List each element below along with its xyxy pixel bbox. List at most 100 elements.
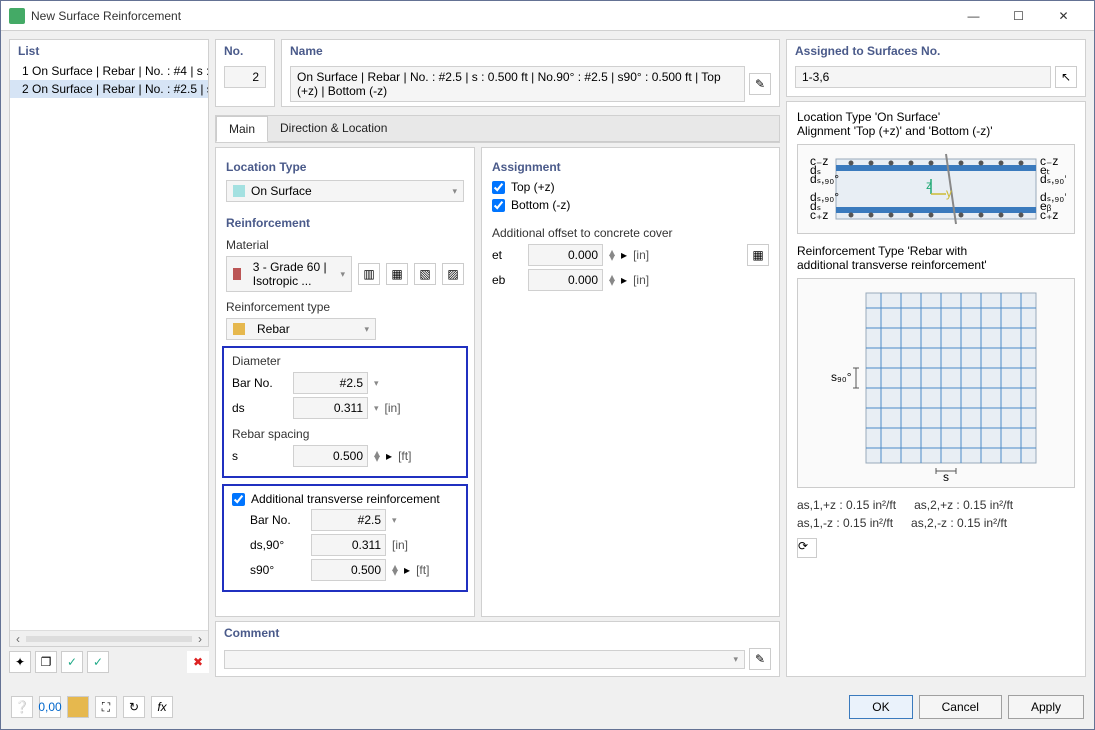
minimize-button[interactable]: — [951,2,996,30]
t-bar-no-select[interactable]: #2.5 [311,509,386,531]
bar-no-select[interactable]: #2.5 [293,372,368,394]
list-item[interactable]: 2 On Surface | Rebar | No. : #2.5 | s : … [10,80,208,98]
scroll-right-icon[interactable]: › [192,632,208,646]
assigned-input[interactable]: 1-3,6 [795,66,1051,88]
t-s-label: s90° [250,563,305,577]
ds-label: ds [232,401,287,415]
close-button[interactable]: ✕ [1041,2,1086,30]
t-ds-input[interactable]: 0.311 [311,534,386,556]
spinner-icon[interactable]: ▴▾ [392,565,398,575]
result-as1mz: as,1,-z : 0.15 in²/ft [797,514,893,532]
t-s-input[interactable]: 0.500 [311,559,386,581]
check-icon[interactable]: ✓ [87,651,109,673]
t-ds-unit: [in] [392,538,408,552]
preview-alignment-text: Alignment 'Top (+z)' and 'Bottom (-z)' [797,124,1075,138]
edit-material-icon[interactable]: ▧ [414,263,436,285]
preview-type-text2: additional transverse reinforcement' [797,258,1075,272]
number-input[interactable]: 2 [224,66,266,88]
svg-text:c₊z: c₊z [810,208,828,222]
reinforcement-header: Reinforcement [226,216,464,230]
comment-header: Comment [216,622,779,644]
top-checkbox[interactable] [492,181,505,194]
chevron-down-icon[interactable]: ▾ [374,378,379,389]
spinner-icon[interactable]: ▴▾ [374,451,380,461]
assignment-header: Assignment [492,160,769,174]
ds-unit: [in] [385,401,401,415]
et-input[interactable]: 0.000 [528,244,603,266]
bar-no-label: Bar No. [232,376,287,390]
fx-icon[interactable]: fx [151,696,173,718]
maximize-button[interactable]: ☐ [996,2,1041,30]
location-type-value: On Surface [251,184,312,198]
chevron-down-icon: ▾ [364,324,369,335]
delete-icon[interactable]: ✖ [187,651,209,673]
ds-input[interactable]: 0.311 [293,397,368,419]
no-header: No. [216,40,274,62]
comment-input[interactable]: ▾ [224,650,745,669]
reinforcement-type-select[interactable]: Rebar ▾ [226,318,376,340]
t-ds-label: ds,90° [250,538,305,552]
help-icon[interactable]: ❔ [11,696,33,718]
chevron-down-icon[interactable]: ▾ [374,403,379,414]
assigned-header: Assigned to Surfaces No. [787,40,1085,62]
result-as2mz: as,2,-z : 0.15 in²/ft [911,514,1007,532]
view-icon[interactable]: ⛶ [95,696,117,718]
horizontal-scrollbar[interactable]: ‹ › [10,630,208,646]
new-icon[interactable]: ✦ [9,651,31,673]
delete-material-icon[interactable]: ▨ [442,263,464,285]
svg-text:s₉₀°: s₉₀° [831,370,852,384]
spinner-icon[interactable]: ▴▾ [609,250,615,260]
top-label: Top (+z) [511,180,555,194]
tab-main[interactable]: Main [216,116,268,142]
step-icon[interactable]: ▸ [621,248,627,262]
svg-text:y: y [946,186,952,200]
name-header: Name [282,40,779,62]
et-unit: [in] [633,248,649,262]
color-icon[interactable] [67,696,89,718]
tab-direction-location[interactable]: Direction & Location [268,116,399,141]
refresh-icon[interactable]: ↻ [123,696,145,718]
eb-input[interactable]: 0.000 [528,269,603,291]
step-icon[interactable]: ▸ [404,563,410,577]
s-unit: [ft] [398,449,411,463]
edit-name-icon[interactable]: ✎ [749,73,771,95]
preview-tool-icon[interactable]: ⟳ [797,538,817,558]
bottom-checkbox[interactable] [492,199,505,212]
list-header: List [10,40,208,62]
svg-text:c₊z: c₊z [1040,208,1058,222]
reinforcement-type-value: Rebar [257,322,290,336]
material-label: Material [226,238,464,252]
transverse-checkbox[interactable] [232,493,245,506]
ok-button[interactable]: OK [849,695,912,719]
list-item-label: 2 On Surface | Rebar | No. : #2.5 | s : … [22,82,208,96]
list-item[interactable]: 1 On Surface | Rebar | No. : #4 | s : 0.… [10,62,208,80]
eb-label: eb [492,273,522,287]
rebar-spacing-header: Rebar spacing [232,427,458,441]
options-icon[interactable]: ▦ [747,244,769,266]
window-title: New Surface Reinforcement [31,9,951,23]
copy-icon[interactable]: ❐ [35,651,57,673]
check-green-icon[interactable]: ✓ [61,651,83,673]
chevron-down-icon[interactable]: ▾ [392,515,397,526]
s-label: s [232,449,287,463]
t-bar-no-label: Bar No. [250,513,305,527]
units-icon[interactable]: 0,00 [39,696,61,718]
location-type-select[interactable]: On Surface ▾ [226,180,464,202]
new-material-icon[interactable]: ▦ [386,263,408,285]
material-value: 3 - Grade 60 | Isotropic ... [253,260,341,288]
library-icon[interactable]: ▥ [358,263,380,285]
result-as1pz: as,1,+z : 0.15 in²/ft [797,496,896,514]
name-input[interactable]: On Surface | Rebar | No. : #2.5 | s : 0.… [290,66,745,102]
apply-button[interactable]: Apply [1008,695,1084,719]
chevron-down-icon: ▾ [733,654,738,665]
material-select[interactable]: 3 - Grade 60 | Isotropic ... ▾ [226,256,352,292]
spinner-icon[interactable]: ▴▾ [609,275,615,285]
step-icon[interactable]: ▸ [386,449,392,463]
comment-edit-icon[interactable]: ✎ [749,648,771,670]
step-icon[interactable]: ▸ [621,273,627,287]
scroll-left-icon[interactable]: ‹ [10,632,26,646]
list-item-label: 1 On Surface | Rebar | No. : #4 | s : 0.… [22,64,208,78]
cancel-button[interactable]: Cancel [919,695,1002,719]
pick-surface-icon[interactable]: ↖ [1055,66,1077,88]
s-input[interactable]: 0.500 [293,445,368,467]
